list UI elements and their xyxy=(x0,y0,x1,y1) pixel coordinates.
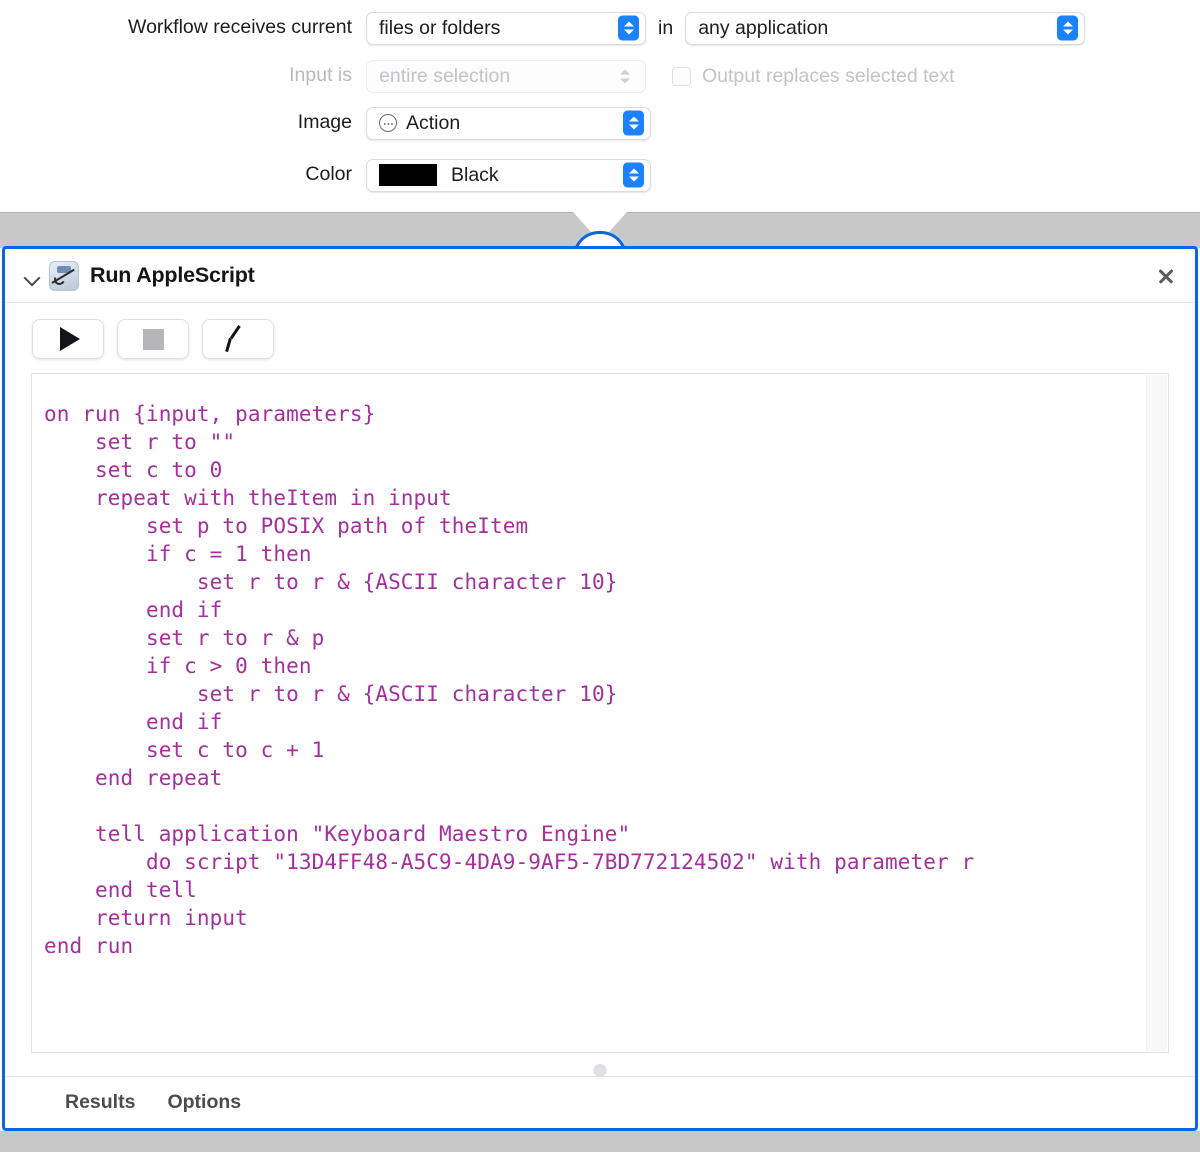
play-icon xyxy=(60,327,80,351)
applescript-icon xyxy=(49,261,79,291)
chevron-down-icon[interactable] xyxy=(21,265,43,287)
checkbox-icon xyxy=(672,67,691,86)
color-row: Color Black xyxy=(0,156,1200,194)
action-title: Run AppleScript xyxy=(90,263,255,288)
image-select[interactable]: Action xyxy=(366,107,651,140)
close-icon[interactable] xyxy=(1153,263,1179,289)
hammer-icon xyxy=(225,326,251,352)
action-circle-icon xyxy=(379,114,397,132)
stop-icon xyxy=(143,329,164,350)
color-swatch xyxy=(379,164,437,186)
output-replaces-label: Output replaces selected text xyxy=(702,65,955,88)
workflow-settings-panel: Workflow receives current files or folde… xyxy=(0,0,1200,212)
workflow-receives-select[interactable]: files or folders xyxy=(366,12,646,45)
image-value: Action xyxy=(406,112,460,135)
action-footer-tabs: Results Options xyxy=(5,1076,1195,1128)
chevron-updown-icon[interactable] xyxy=(618,16,639,41)
chevron-updown-icon[interactable] xyxy=(1057,16,1078,41)
script-editor-content[interactable]: on run {input, parameters} set r to "" s… xyxy=(32,374,1168,1052)
action-header: Run AppleScript xyxy=(5,249,1195,303)
input-is-row: Input is entire selection Output replace… xyxy=(0,58,1200,94)
run-script-button[interactable] xyxy=(32,319,104,359)
script-editor-scrollbar[interactable] xyxy=(1146,375,1167,1051)
application-value: any application xyxy=(698,17,828,40)
input-is-label: Input is xyxy=(0,66,366,86)
window-bottom-band xyxy=(0,1131,1200,1152)
color-value: Black xyxy=(451,164,499,187)
workflow-receives-value: files or folders xyxy=(379,17,500,40)
image-row: Image Action xyxy=(0,105,1200,141)
script-editor[interactable]: on run {input, parameters} set r to "" s… xyxy=(31,373,1169,1053)
chevron-updown-icon[interactable] xyxy=(623,111,644,136)
input-is-value: entire selection xyxy=(379,65,510,88)
tab-results[interactable]: Results xyxy=(65,1091,135,1114)
color-select[interactable]: Black xyxy=(366,159,651,192)
application-select[interactable]: any application xyxy=(685,12,1085,45)
compile-script-button[interactable] xyxy=(202,319,274,359)
image-label: Image xyxy=(0,113,366,133)
run-applescript-action-card[interactable]: Run AppleScript on run {input, parameter… xyxy=(2,246,1198,1131)
chevron-updown-icon xyxy=(614,64,635,89)
script-source-text[interactable]: on run {input, parameters} set r to "" s… xyxy=(44,400,1138,960)
script-toolbar xyxy=(5,303,1195,373)
automator-workflow-window: Workflow receives current files or folde… xyxy=(0,0,1200,1152)
output-replaces-checkbox: Output replaces selected text xyxy=(672,65,955,88)
stop-script-button[interactable] xyxy=(117,319,189,359)
in-label: in xyxy=(658,17,673,40)
input-is-select: entire selection xyxy=(366,60,646,93)
chevron-updown-icon[interactable] xyxy=(623,163,644,188)
color-label: Color xyxy=(0,165,366,185)
workflow-receives-label: Workflow receives current xyxy=(0,18,366,38)
workflow-receives-row: Workflow receives current files or folde… xyxy=(0,10,1200,46)
tab-options[interactable]: Options xyxy=(167,1091,241,1114)
